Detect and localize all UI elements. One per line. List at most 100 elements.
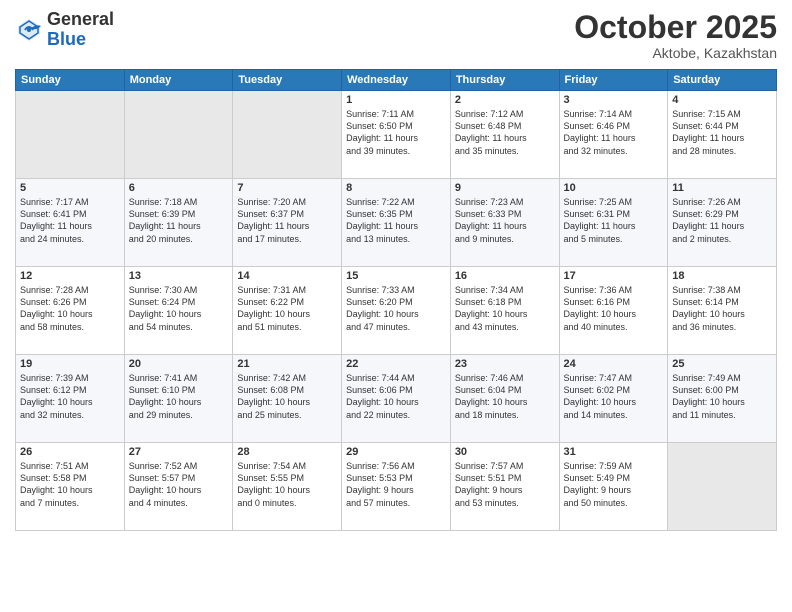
month-title: October 2025 <box>574 10 777 45</box>
calendar-cell: 23Sunrise: 7:46 AM Sunset: 6:04 PM Dayli… <box>450 355 559 443</box>
calendar-cell: 14 Sunrise: 7:31 AM Sunset: 6:22 PM Dayli… <box>233 267 342 355</box>
day-number: 25 <box>672 358 772 370</box>
day-info: Sunrise: 7:33 AM Sunset: 6:20 PM Dayligh… <box>346 284 446 333</box>
calendar-cell: 28 Sunrise: 7:54 AM Sunset: 5:55 PM Dayli… <box>233 443 342 531</box>
day-number: 26 <box>20 446 120 458</box>
day-info: Sunrise: 7:59 AM Sunset: 5:49 PM Dayligh… <box>564 460 664 509</box>
day-number: 5 <box>20 182 120 194</box>
calendar-cell: 15Sunrise: 7:33 AM Sunset: 6:20 PM Dayli… <box>342 267 451 355</box>
calendar-cell <box>233 91 342 179</box>
day-number: 19 <box>20 358 120 370</box>
calendar-week-row: 1 Sunrise: 7:11 AM Sunset: 6:50 PM Daylig… <box>16 91 777 179</box>
logo-blue: Blue <box>47 29 86 49</box>
day-number: 28 <box>237 446 337 458</box>
day-number: 16 <box>455 270 555 282</box>
day-number: 13 <box>129 270 229 282</box>
calendar-cell: 29Sunrise: 7:56 AM Sunset: 5:53 PM Dayli… <box>342 443 451 531</box>
column-header-tuesday: Tuesday <box>233 70 342 91</box>
day-number: 23 <box>455 358 555 370</box>
day-info: Sunrise: 7:28 AM Sunset: 6:26 PM Dayligh… <box>20 284 120 333</box>
calendar-cell: 4Sunrise: 7:15 AM Sunset: 6:44 PM Daylig… <box>668 91 777 179</box>
day-number: 1 <box>346 94 446 106</box>
day-info: Sunrise: 7:39 AM Sunset: 6:12 PM Dayligh… <box>20 372 120 421</box>
day-number: 7 <box>237 182 337 194</box>
day-number: 8 <box>346 182 446 194</box>
day-info: Sunrise: 7:54 AM Sunset: 5:55 PM Dayligh… <box>237 460 337 509</box>
title-block: October 2025 Aktobe, Kazakhstan <box>574 10 777 61</box>
day-number: 22 <box>346 358 446 370</box>
day-info: Sunrise: 7:38 AM Sunset: 6:14 PM Dayligh… <box>672 284 772 333</box>
calendar-cell: 21Sunrise: 7:42 AM Sunset: 6:08 PM Dayli… <box>233 355 342 443</box>
day-number: 30 <box>455 446 555 458</box>
day-info: Sunrise: 7:23 AM Sunset: 6:33 PM Dayligh… <box>455 196 555 245</box>
day-info: Sunrise: 7:36 AM Sunset: 6:16 PM Dayligh… <box>564 284 664 333</box>
day-info: Sunrise: 7:57 AM Sunset: 5:51 PM Dayligh… <box>455 460 555 509</box>
day-number: 9 <box>455 182 555 194</box>
calendar-cell: 27 Sunrise: 7:52 AM Sunset: 5:57 PM Dayli… <box>124 443 233 531</box>
day-number: 17 <box>564 270 664 282</box>
calendar-cell: 20 Sunrise: 7:41 AM Sunset: 6:10 PM Dayli… <box>124 355 233 443</box>
day-number: 6 <box>129 182 229 194</box>
day-info: Sunrise: 7:25 AM Sunset: 6:31 PM Dayligh… <box>564 196 664 245</box>
calendar: SundayMondayTuesdayWednesdayThursdayFrid… <box>15 69 777 531</box>
calendar-cell: 24 Sunrise: 7:47 AM Sunset: 6:02 PM Dayli… <box>559 355 668 443</box>
day-info: Sunrise: 7:31 AM Sunset: 6:22 PM Dayligh… <box>237 284 337 333</box>
day-number: 4 <box>672 94 772 106</box>
logo-text: General Blue <box>47 10 114 50</box>
day-info: Sunrise: 7:44 AM Sunset: 6:06 PM Dayligh… <box>346 372 446 421</box>
calendar-week-row: 5 Sunrise: 7:17 AM Sunset: 6:41 PM Daylig… <box>16 179 777 267</box>
calendar-cell: 30 Sunrise: 7:57 AM Sunset: 5:51 PM Dayli… <box>450 443 559 531</box>
calendar-header-row: SundayMondayTuesdayWednesdayThursdayFrid… <box>16 70 777 91</box>
calendar-cell: 17 Sunrise: 7:36 AM Sunset: 6:16 PM Dayli… <box>559 267 668 355</box>
calendar-week-row: 12Sunrise: 7:28 AM Sunset: 6:26 PM Dayli… <box>16 267 777 355</box>
calendar-cell: 10 Sunrise: 7:25 AM Sunset: 6:31 PM Dayli… <box>559 179 668 267</box>
calendar-week-row: 19 Sunrise: 7:39 AM Sunset: 6:12 PM Dayli… <box>16 355 777 443</box>
day-info: Sunrise: 7:52 AM Sunset: 5:57 PM Dayligh… <box>129 460 229 509</box>
day-number: 18 <box>672 270 772 282</box>
day-info: Sunrise: 7:41 AM Sunset: 6:10 PM Dayligh… <box>129 372 229 421</box>
calendar-cell: 13 Sunrise: 7:30 AM Sunset: 6:24 PM Dayli… <box>124 267 233 355</box>
calendar-cell: 12Sunrise: 7:28 AM Sunset: 6:26 PM Dayli… <box>16 267 125 355</box>
page: General Blue October 2025 Aktobe, Kazakh… <box>0 0 792 612</box>
calendar-cell: 19 Sunrise: 7:39 AM Sunset: 6:12 PM Dayli… <box>16 355 125 443</box>
day-number: 31 <box>564 446 664 458</box>
day-info: Sunrise: 7:47 AM Sunset: 6:02 PM Dayligh… <box>564 372 664 421</box>
calendar-cell: 7 Sunrise: 7:20 AM Sunset: 6:37 PM Daylig… <box>233 179 342 267</box>
day-info: Sunrise: 7:17 AM Sunset: 6:41 PM Dayligh… <box>20 196 120 245</box>
calendar-cell: 1 Sunrise: 7:11 AM Sunset: 6:50 PM Daylig… <box>342 91 451 179</box>
calendar-week-row: 26 Sunrise: 7:51 AM Sunset: 5:58 PM Dayli… <box>16 443 777 531</box>
day-number: 24 <box>564 358 664 370</box>
header: General Blue October 2025 Aktobe, Kazakh… <box>15 10 777 61</box>
day-info: Sunrise: 7:26 AM Sunset: 6:29 PM Dayligh… <box>672 196 772 245</box>
day-info: Sunrise: 7:12 AM Sunset: 6:48 PM Dayligh… <box>455 108 555 157</box>
column-header-friday: Friday <box>559 70 668 91</box>
calendar-cell: 26 Sunrise: 7:51 AM Sunset: 5:58 PM Dayli… <box>16 443 125 531</box>
calendar-cell: 6 Sunrise: 7:18 AM Sunset: 6:39 PM Daylig… <box>124 179 233 267</box>
day-number: 2 <box>455 94 555 106</box>
column-header-sunday: Sunday <box>16 70 125 91</box>
day-info: Sunrise: 7:51 AM Sunset: 5:58 PM Dayligh… <box>20 460 120 509</box>
day-info: Sunrise: 7:11 AM Sunset: 6:50 PM Dayligh… <box>346 108 446 157</box>
day-number: 14 <box>237 270 337 282</box>
calendar-cell: 11 Sunrise: 7:26 AM Sunset: 6:29 PM Dayli… <box>668 179 777 267</box>
day-info: Sunrise: 7:30 AM Sunset: 6:24 PM Dayligh… <box>129 284 229 333</box>
column-header-monday: Monday <box>124 70 233 91</box>
day-number: 20 <box>129 358 229 370</box>
day-number: 27 <box>129 446 229 458</box>
calendar-cell: 16Sunrise: 7:34 AM Sunset: 6:18 PM Dayli… <box>450 267 559 355</box>
day-number: 11 <box>672 182 772 194</box>
calendar-cell: 8Sunrise: 7:22 AM Sunset: 6:35 PM Daylig… <box>342 179 451 267</box>
day-info: Sunrise: 7:14 AM Sunset: 6:46 PM Dayligh… <box>564 108 664 157</box>
calendar-cell: 9 Sunrise: 7:23 AM Sunset: 6:33 PM Daylig… <box>450 179 559 267</box>
location: Aktobe, Kazakhstan <box>574 45 777 61</box>
day-info: Sunrise: 7:18 AM Sunset: 6:39 PM Dayligh… <box>129 196 229 245</box>
calendar-cell: 3 Sunrise: 7:14 AM Sunset: 6:46 PM Daylig… <box>559 91 668 179</box>
day-number: 10 <box>564 182 664 194</box>
calendar-cell: 5 Sunrise: 7:17 AM Sunset: 6:41 PM Daylig… <box>16 179 125 267</box>
day-number: 3 <box>564 94 664 106</box>
logo-icon <box>15 16 43 44</box>
day-info: Sunrise: 7:42 AM Sunset: 6:08 PM Dayligh… <box>237 372 337 421</box>
calendar-cell <box>668 443 777 531</box>
day-number: 29 <box>346 446 446 458</box>
day-info: Sunrise: 7:20 AM Sunset: 6:37 PM Dayligh… <box>237 196 337 245</box>
